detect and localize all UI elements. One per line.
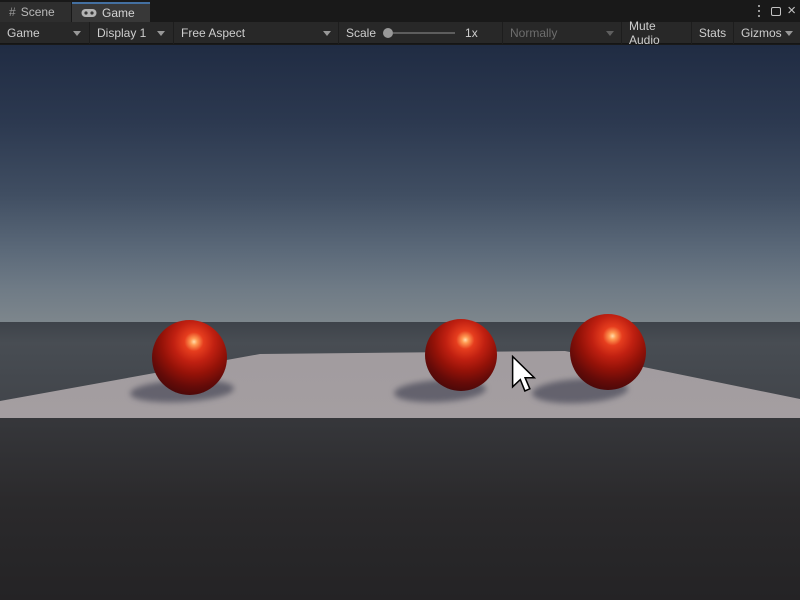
stats-button[interactable]: Stats (691, 22, 733, 44)
window-controls: × (753, 3, 796, 19)
chevron-down-icon (606, 31, 614, 36)
red-sphere (152, 320, 227, 395)
tab-game-label: Game (102, 6, 135, 20)
maximize-icon[interactable] (771, 7, 781, 16)
scale-slider-knob[interactable] (383, 28, 393, 38)
playmode-dropdown[interactable]: Normally (502, 22, 621, 44)
scale-slider-track[interactable] (393, 32, 455, 34)
close-icon[interactable]: × (787, 4, 796, 18)
gizmos-dropdown[interactable]: Gizmos (733, 22, 800, 44)
unity-game-window: # Scene Game × Game Display 1 (0, 0, 800, 600)
tab-scene[interactable]: # Scene (0, 2, 71, 22)
red-sphere (425, 319, 497, 391)
aspect-ratio-dropdown[interactable]: Free Aspect (173, 22, 338, 44)
chevron-down-icon (323, 31, 331, 36)
display-target-dropdown[interactable]: Game (0, 22, 88, 44)
mute-audio-button[interactable]: Mute Audio (621, 22, 691, 44)
mute-audio-label: Mute Audio (629, 19, 684, 47)
gizmos-label: Gizmos (741, 26, 782, 40)
tab-scene-label: Scene (21, 5, 55, 19)
aspect-ratio-label: Free Aspect (181, 26, 245, 40)
scale-control: Scale 1x (338, 22, 501, 44)
playmode-label: Normally (510, 26, 557, 40)
scale-label: Scale (346, 26, 376, 40)
display-label: Display 1 (97, 26, 146, 40)
sky-gradient (0, 45, 800, 322)
letterbox-area (0, 418, 800, 600)
tab-game[interactable]: Game (72, 2, 150, 22)
display-dropdown[interactable]: Display 1 (89, 22, 172, 44)
display-target-label: Game (7, 26, 40, 40)
mouse-cursor-icon (511, 355, 537, 402)
gamepad-icon (81, 8, 97, 18)
stats-label: Stats (699, 26, 726, 40)
game-render-viewport[interactable] (0, 45, 800, 418)
chevron-down-icon (73, 31, 81, 36)
scene-grid-icon: # (9, 6, 16, 18)
scale-value: 1x (465, 26, 478, 40)
chevron-down-icon (785, 31, 793, 36)
game-view-toolbar: Game Display 1 Free Aspect Scale 1x Norm… (0, 22, 800, 44)
kebab-menu-icon[interactable] (758, 10, 760, 12)
red-sphere (570, 314, 646, 390)
chevron-down-icon (157, 31, 165, 36)
